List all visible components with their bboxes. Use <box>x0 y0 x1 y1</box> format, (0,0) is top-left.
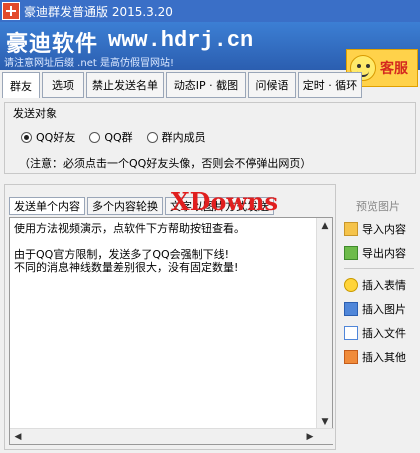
button-label: 导入内容 <box>362 223 406 236</box>
button-label: 导出内容 <box>362 247 406 260</box>
scroll-right-icon[interactable]: ▶ <box>302 429 318 445</box>
insert-picture-button[interactable]: 插入图片 <box>344 300 406 318</box>
tab-greetings[interactable]: 问候语 <box>248 72 296 98</box>
radio-dot-icon <box>89 131 101 143</box>
picture-icon <box>344 302 358 316</box>
send-target-title: 发送对象 <box>13 107 57 120</box>
watermark: XDowns <box>171 187 279 216</box>
app-icon <box>2 2 20 20</box>
window-title: 豪迪群发普通版 2015.3.20 <box>24 4 173 19</box>
tab-dynamic-ip[interactable]: 动态IP · 截图 <box>166 72 246 98</box>
scroll-left-icon[interactable]: ◀ <box>10 429 26 445</box>
main-tabs: 群友 选项 禁止发送名单 动态IP · 截图 问候语 定时 · 循环 <box>0 72 420 98</box>
target-note: （注意：必须点击一个QQ好友头像，否则会不停弹出网页） <box>19 157 312 170</box>
scroll-up-icon[interactable]: ▲ <box>317 218 333 234</box>
folder-icon <box>344 222 358 236</box>
radio-group-members[interactable]: 群内成员 <box>146 129 206 145</box>
tab-blocklist[interactable]: 禁止发送名单 <box>86 72 164 98</box>
preview-image-label: 预览图片 <box>356 200 400 213</box>
vertical-scrollbar[interactable]: ▲ ▼ <box>316 218 332 430</box>
subtab-rotate-content[interactable]: 多个内容轮换 <box>87 197 163 215</box>
editor-line: 使用方法视频演示，点软件下方帮助按钮查看。 <box>14 222 245 235</box>
export-content-button[interactable]: 导出内容 <box>344 244 406 262</box>
file-icon <box>344 326 358 340</box>
tab-options[interactable]: 选项 <box>42 72 84 98</box>
editor-text: 使用方法视频演示，点软件下方帮助按钮查看。 由于QQ官方限制，发送多了QQ会强制… <box>14 222 314 274</box>
radio-dot-icon <box>146 131 158 143</box>
radio-label: QQ群 <box>104 131 133 144</box>
insert-other-button[interactable]: 插入其他 <box>344 348 406 366</box>
button-label: 插入文件 <box>362 327 406 340</box>
emoji-icon <box>344 278 358 292</box>
brand-url[interactable]: www.hdrj.cn <box>108 28 253 53</box>
button-label: 插入其他 <box>362 351 406 364</box>
send-target-group: 发送对象 QQ好友 QQ群 群内成员 （注意：必须点击一个QQ好友头像，否则会不… <box>4 102 416 174</box>
tab-group-friends[interactable]: 群友 <box>2 72 40 98</box>
content-area: 发送单个内容 多个内容轮换 文字以图片方式发送 XDowns 使用方法视频演示，… <box>4 184 336 450</box>
radio-label: 群内成员 <box>161 131 206 144</box>
horizontal-scrollbar[interactable]: ◀ ▶ <box>10 428 334 444</box>
radio-qq-friends[interactable]: QQ好友 <box>21 129 75 145</box>
radio-dot-icon <box>21 131 32 143</box>
tab-schedule[interactable]: 定时 · 循环 <box>298 72 362 98</box>
subtab-single-content[interactable]: 发送单个内容 <box>9 197 85 215</box>
divider <box>344 268 414 269</box>
banner-note: 请注意网址后缀 .net 是高仿假冒网站! <box>4 58 174 69</box>
export-icon <box>344 246 358 260</box>
message-editor[interactable]: 使用方法视频演示，点软件下方帮助按钮查看。 由于QQ官方限制，发送多了QQ会强制… <box>9 217 334 445</box>
radio-label: QQ好友 <box>36 131 76 144</box>
button-label: 插入表情 <box>362 279 406 292</box>
banner: 豪迪软件 www.hdrj.cn 请注意网址后缀 .net 是高仿假冒网站! 客… <box>0 22 420 87</box>
title-bar: 豪迪群发普通版 2015.3.20 <box>0 0 420 22</box>
radio-qq-groups[interactable]: QQ群 <box>89 129 133 145</box>
insert-file-button[interactable]: 插入文件 <box>344 324 406 342</box>
target-radios: QQ好友 QQ群 群内成员 <box>21 129 206 145</box>
editor-line: 不同的消息神线数量差别很大，没有固定数量! <box>14 261 239 274</box>
other-icon <box>344 350 358 364</box>
editor-line: 由于QQ官方限制，发送多了QQ会强制下线! <box>14 248 230 261</box>
insert-emoji-button[interactable]: 插入表情 <box>344 276 406 294</box>
button-label: 插入图片 <box>362 303 406 316</box>
import-content-button[interactable]: 导入内容 <box>344 220 406 238</box>
